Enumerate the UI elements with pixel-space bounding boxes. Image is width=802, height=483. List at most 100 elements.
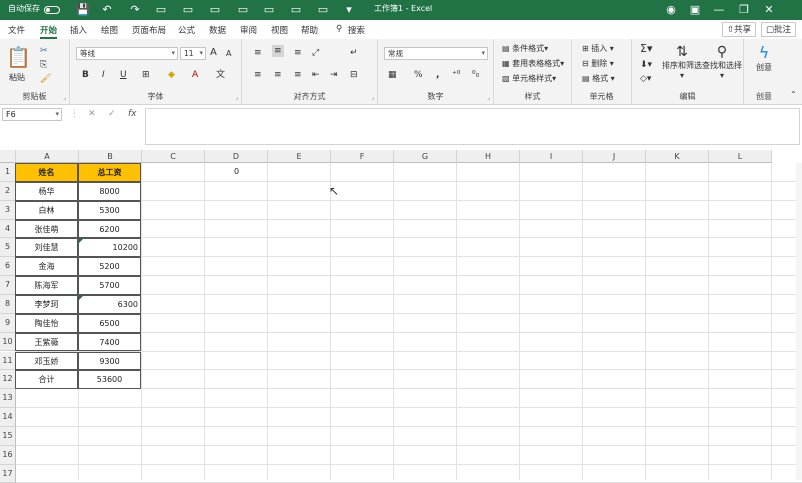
cell-a2[interactable]: 杨华 bbox=[15, 181, 78, 201]
row-header-4[interactable]: 4 bbox=[0, 219, 16, 239]
increase-decimal-icon[interactable]: ⁺⁰ bbox=[452, 69, 460, 81]
tab-data[interactable]: 数据 bbox=[209, 24, 226, 36]
tab-page-layout[interactable]: 页面布局 bbox=[132, 24, 166, 36]
cell-b5[interactable]: 10200 bbox=[78, 238, 141, 258]
cell-a10[interactable]: 王紫薇 bbox=[15, 332, 78, 352]
row-header-12[interactable]: 12 bbox=[0, 370, 16, 390]
column-header-d[interactable]: D bbox=[205, 150, 268, 163]
italic-button[interactable]: I bbox=[102, 69, 105, 81]
row-header-14[interactable]: 14 bbox=[0, 408, 16, 427]
delete-cells-button[interactable]: ⊟ 删除 ▾ bbox=[582, 58, 614, 70]
alignment-launcher-icon[interactable]: ⌟ bbox=[371, 94, 374, 101]
column-header-l[interactable]: L bbox=[709, 150, 772, 163]
cell-a4[interactable]: 张佳萌 bbox=[15, 219, 78, 239]
column-header-g[interactable]: G bbox=[394, 150, 457, 163]
error-indicator-icon[interactable] bbox=[79, 295, 83, 300]
cell-a12[interactable]: 合计 bbox=[15, 370, 78, 390]
form-icon[interactable]: ▭ bbox=[289, 2, 303, 18]
tell-me-search[interactable]: 搜索 bbox=[348, 24, 365, 36]
conditional-formatting-button[interactable]: ▤ 条件格式▾ bbox=[502, 43, 548, 55]
align-middle-icon[interactable]: ≡ bbox=[272, 45, 284, 57]
clipboard-launcher-icon[interactable]: ⌟ bbox=[63, 94, 66, 101]
cell-a8[interactable]: 李梦珂 bbox=[15, 294, 78, 314]
clear-icon[interactable]: ◇▾ bbox=[640, 73, 651, 85]
column-header-a[interactable]: A bbox=[16, 150, 79, 163]
search-icon[interactable]: ⚲ bbox=[336, 24, 342, 34]
cell-b7[interactable]: 5700 bbox=[78, 276, 141, 295]
number-launcher-icon[interactable]: ⌟ bbox=[487, 94, 490, 101]
column-header-f[interactable]: F bbox=[331, 150, 394, 163]
merge-center-icon[interactable]: ⊟ bbox=[350, 69, 358, 81]
form-icon[interactable]: ▭ bbox=[208, 2, 222, 18]
phonetic-icon[interactable]: 文 bbox=[216, 69, 225, 81]
cell-a11[interactable]: 邓玉娇 bbox=[15, 351, 78, 371]
row-header-9[interactable]: 9 bbox=[0, 313, 16, 333]
decrease-decimal-icon[interactable]: ⁰₀ bbox=[472, 69, 479, 81]
tab-insert[interactable]: 插入 bbox=[70, 24, 87, 36]
enter-icon[interactable]: ✓ bbox=[108, 109, 116, 119]
align-bottom-icon[interactable]: ≡ bbox=[294, 47, 302, 59]
align-left-icon[interactable]: ≡ bbox=[254, 69, 262, 81]
tab-review[interactable]: 审阅 bbox=[240, 24, 257, 36]
comma-style-button[interactable]: , bbox=[436, 69, 439, 81]
autosave-toggle[interactable] bbox=[44, 6, 60, 14]
format-painter-icon[interactable]: 🖌 bbox=[40, 73, 51, 85]
number-format-select[interactable]: 常规 ▾ bbox=[384, 47, 488, 60]
format-as-table-button[interactable]: ▦ 套用表格格式▾ bbox=[502, 58, 564, 70]
cell-b6[interactable]: 5200 bbox=[78, 257, 141, 277]
close-icon[interactable]: ✕ bbox=[762, 2, 776, 18]
row-header-2[interactable]: 2 bbox=[0, 181, 16, 201]
person-icon[interactable]: ◉ bbox=[664, 2, 678, 18]
form-icon[interactable]: ▭ bbox=[262, 2, 276, 18]
autosum-icon[interactable]: Σ▾ bbox=[640, 43, 652, 55]
sort-filter-button[interactable]: ⇅ 排序和筛选 ▾ bbox=[662, 43, 702, 81]
cell-styles-button[interactable]: ▧ 单元格样式▾ bbox=[502, 73, 556, 85]
form-icon[interactable]: ▭ bbox=[316, 2, 330, 18]
cell-a5[interactable]: 刘佳慧 bbox=[15, 238, 78, 258]
tab-draw[interactable]: 绘图 bbox=[101, 24, 118, 36]
row-header-1[interactable]: 1 bbox=[0, 163, 16, 182]
column-header-k[interactable]: K bbox=[646, 150, 709, 163]
row-header-11[interactable]: 11 bbox=[0, 351, 16, 371]
form-icon[interactable]: ▭ bbox=[236, 2, 250, 18]
name-box[interactable]: F6 ▾ bbox=[2, 108, 62, 121]
collapse-ribbon-icon[interactable]: ⌃ bbox=[790, 89, 797, 101]
row-header-10[interactable]: 10 bbox=[0, 332, 16, 352]
cell-b10[interactable]: 7400 bbox=[78, 332, 141, 352]
format-cells-button[interactable]: ▤ 格式 ▾ bbox=[582, 73, 615, 85]
orientation-icon[interactable]: ⤢ bbox=[312, 47, 319, 59]
column-header-b[interactable]: B bbox=[79, 150, 142, 163]
select-all-corner[interactable] bbox=[0, 150, 16, 163]
find-select-button[interactable]: ⚲ 查找和选择 ▾ bbox=[702, 43, 742, 81]
align-right-icon[interactable]: ≡ bbox=[294, 69, 302, 81]
vertical-scrollbar[interactable] bbox=[796, 163, 802, 480]
cell-b8[interactable]: 6300 bbox=[78, 294, 141, 314]
underline-button[interactable]: U bbox=[120, 69, 127, 81]
cell-a6[interactable]: 金海 bbox=[15, 257, 78, 277]
create-button[interactable]: ϟ 创意 bbox=[750, 43, 778, 73]
formula-input[interactable] bbox=[145, 108, 800, 145]
row-header-5[interactable]: 5 bbox=[0, 238, 16, 258]
align-center-icon[interactable]: ≡ bbox=[274, 69, 282, 81]
percent-button[interactable]: % bbox=[414, 69, 423, 81]
cell-b9[interactable]: 6500 bbox=[78, 313, 141, 333]
redo-icon[interactable]: ↷ bbox=[128, 2, 142, 18]
cut-icon[interactable]: ✂ bbox=[40, 45, 48, 57]
wrap-text-icon[interactable]: ↵ bbox=[350, 47, 358, 59]
cell-b11[interactable]: 9300 bbox=[78, 351, 141, 371]
row-header-16[interactable]: 16 bbox=[0, 445, 16, 465]
bold-button[interactable]: B bbox=[82, 69, 89, 81]
tab-formulas[interactable]: 公式 bbox=[178, 24, 195, 36]
accounting-icon[interactable]: ▦ bbox=[388, 69, 397, 81]
fill-icon[interactable]: ⬇▾ bbox=[640, 59, 652, 71]
tab-view[interactable]: 视图 bbox=[271, 24, 288, 36]
ribbon-display-icon[interactable]: ▣ bbox=[688, 2, 702, 18]
cell-b4[interactable]: 6200 bbox=[78, 219, 141, 239]
form-icon[interactable]: ▭ bbox=[154, 2, 168, 18]
row-header-7[interactable]: 7 bbox=[0, 276, 16, 295]
tab-file[interactable]: 文件 bbox=[8, 24, 25, 36]
tab-home[interactable]: 开始 bbox=[40, 24, 58, 39]
row-header-3[interactable]: 3 bbox=[0, 200, 16, 220]
row-header-6[interactable]: 6 bbox=[0, 257, 16, 277]
font-size-select[interactable]: 11 ▾ bbox=[180, 47, 206, 60]
